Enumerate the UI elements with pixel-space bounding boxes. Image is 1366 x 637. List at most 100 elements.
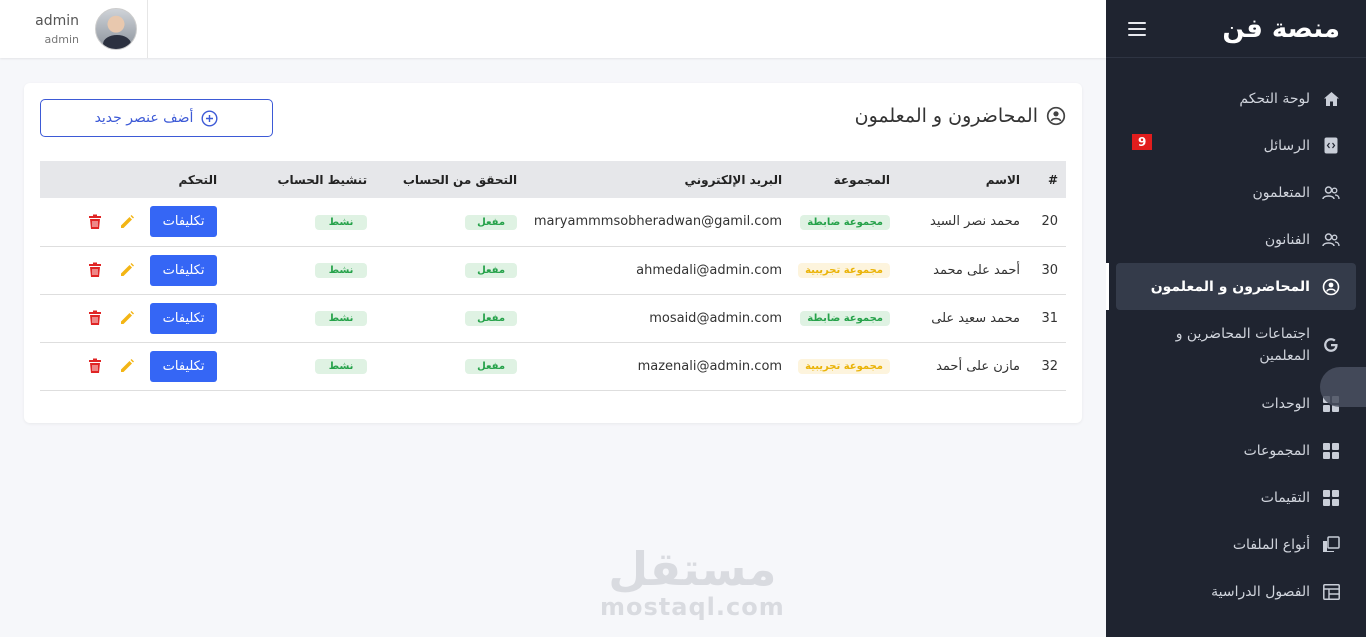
- sidebar-item-label: الفصول الدراسية: [1211, 583, 1310, 600]
- row-email: mosaid@admin.com: [525, 294, 791, 343]
- lecturers-table: # الاسم المجموعة البريد الإلكتروني التحق…: [40, 161, 1066, 391]
- lecturer-icon: [1046, 106, 1066, 126]
- col-header-activation[interactable]: تنشيط الحساب: [225, 161, 375, 198]
- verified-badge: مفعل: [465, 311, 518, 326]
- table-row: 31 محمد سعيد على مجموعة ضابطة mosaid@adm…: [40, 294, 1066, 343]
- row-id: 20: [1028, 198, 1066, 247]
- row-verified-cell: مفعل: [375, 342, 526, 391]
- sidebar-item-dashboard[interactable]: لوحة التحكم: [1106, 75, 1366, 122]
- page-title: المحاضرون و المعلمون: [855, 105, 1066, 127]
- avatar[interactable]: [95, 8, 137, 50]
- row-group-cell: مجموعة ضابطة: [790, 294, 898, 343]
- row-controls: تكليفات: [40, 342, 226, 391]
- group-badge: مجموعة تجريبية: [798, 359, 890, 374]
- brand-title: منصة فن: [1222, 13, 1340, 44]
- edit-pencil-icon[interactable]: [118, 213, 136, 231]
- table-row: 32 مازن على أحمد مجموعة تجريبية mazenali…: [40, 342, 1066, 391]
- assignments-button[interactable]: تكليفات: [150, 302, 218, 334]
- sidebar-item-label: الوحدات: [1261, 395, 1310, 412]
- users-icon: [1322, 231, 1340, 249]
- verified-badge: مفعل: [465, 359, 518, 374]
- row-id: 30: [1028, 246, 1066, 295]
- table-header-row: # الاسم المجموعة البريد الإلكتروني التحق…: [40, 161, 1066, 198]
- row-group-cell: مجموعة تجريبية: [790, 342, 898, 391]
- active-badge: نشط: [315, 359, 368, 374]
- add-new-item-button[interactable]: أضف عنصر جديد: [40, 99, 273, 137]
- sidebar: منصة فن لوحة التحكم الرسائل 9 المتعلمون: [1106, 0, 1366, 637]
- sidebar-item-label: المجموعات: [1243, 442, 1310, 459]
- plus-circle-icon: [201, 109, 218, 127]
- home-icon: [1322, 90, 1340, 108]
- sidebar-item-messages[interactable]: الرسائل 9: [1106, 122, 1366, 169]
- col-header-verification[interactable]: التحقق من الحساب: [375, 161, 525, 198]
- sidebar-item-lecturer-meetings[interactable]: اجتماعات المحاضرين و المعلمين: [1106, 310, 1366, 380]
- group-badge: مجموعة تجريبية: [798, 263, 890, 278]
- sidebar-menu: لوحة التحكم الرسائل 9 المتعلمون الفنانون: [1106, 58, 1366, 615]
- delete-trash-icon[interactable]: [86, 357, 104, 375]
- row-controls: تكليفات: [40, 198, 226, 247]
- edit-pencil-icon[interactable]: [118, 357, 136, 375]
- verified-badge: مفعل: [465, 214, 518, 230]
- row-verified-cell: مفعل: [375, 294, 526, 343]
- row-name: محمد سعيد على: [898, 294, 1028, 343]
- col-header-group[interactable]: المجموعة: [790, 161, 898, 198]
- row-name: مازن على أحمد: [898, 342, 1028, 391]
- google-icon: [1322, 336, 1340, 354]
- delete-trash-icon[interactable]: [86, 309, 104, 327]
- grid-icon: [1322, 442, 1340, 460]
- col-header-name[interactable]: الاسم: [898, 161, 1028, 198]
- col-header-email[interactable]: البريد الإلكتروني: [525, 161, 790, 198]
- delete-trash-icon[interactable]: [86, 261, 104, 279]
- edit-pencil-icon[interactable]: [118, 309, 136, 327]
- user-menu[interactable]: admin admin: [0, 0, 148, 58]
- active-badge: نشط: [315, 214, 368, 230]
- assignments-button[interactable]: تكليفات: [150, 350, 218, 382]
- user-role: admin: [44, 32, 79, 46]
- delete-trash-icon[interactable]: [86, 213, 104, 231]
- row-id: 32: [1028, 342, 1066, 391]
- user-names: admin admin: [35, 13, 79, 46]
- sidebar-item-artists[interactable]: الفنانون: [1106, 216, 1366, 263]
- row-name: أحمد على محمد: [898, 246, 1028, 295]
- copy-icon: [1322, 536, 1340, 554]
- table-row: 20 محمد نصر السيد مجموعة ضابطة maryammms…: [40, 198, 1066, 247]
- row-active-cell: نشط: [225, 246, 376, 295]
- hamburger-menu-icon[interactable]: [1128, 21, 1146, 36]
- row-email: ahmedali@admin.com: [525, 246, 791, 295]
- sidebar-item-evaluations[interactable]: التقيمات: [1106, 474, 1366, 521]
- row-group-cell: مجموعة تجريبية: [790, 246, 898, 295]
- row-verified-cell: مفعل: [375, 198, 526, 247]
- lecturers-card: المحاضرون و المعلمون أضف عنصر جديد # الا…: [24, 83, 1082, 423]
- sidebar-item-label: أنواع الملفات: [1232, 536, 1310, 553]
- user-name: admin: [35, 12, 79, 29]
- group-badge: مجموعة ضابطة: [800, 214, 890, 230]
- sidebar-item-label: المحاضرون و المعلمون: [1150, 278, 1310, 295]
- sidebar-item-label: المتعلمون: [1252, 184, 1310, 201]
- row-email: maryammmsobheradwan@gamil.com: [525, 198, 791, 247]
- col-header-control[interactable]: التحكم: [40, 161, 225, 198]
- col-header-number[interactable]: #: [1028, 161, 1066, 198]
- sidebar-item-learners[interactable]: المتعلمون: [1106, 169, 1366, 216]
- page-title-text: المحاضرون و المعلمون: [854, 105, 1038, 127]
- edit-pencil-icon[interactable]: [118, 261, 136, 279]
- row-id: 31: [1028, 294, 1066, 343]
- scroll-handle[interactable]: [1320, 367, 1366, 407]
- row-active-cell: نشط: [225, 342, 376, 391]
- table-row: 30 أحمد على محمد مجموعة تجريبية ahmedali…: [40, 246, 1066, 295]
- group-badge: مجموعة ضابطة: [800, 311, 890, 326]
- row-active-cell: نشط: [225, 294, 376, 343]
- assignments-button[interactable]: تكليفات: [150, 254, 218, 286]
- active-badge: نشط: [315, 311, 368, 326]
- watermark-latin: mostaql.com: [600, 593, 785, 621]
- assignments-button[interactable]: تكليفات: [150, 206, 218, 238]
- sidebar-item-semesters[interactable]: الفصول الدراسية: [1106, 568, 1366, 615]
- active-badge: نشط: [315, 263, 368, 278]
- row-controls: تكليفات: [40, 294, 226, 343]
- messages-count-badge: 9: [1132, 134, 1153, 150]
- sidebar-item-groups[interactable]: المجموعات: [1106, 427, 1366, 474]
- watermark-logo: مستقل mostaql.com: [600, 545, 785, 621]
- add-new-item-label: أضف عنصر جديد: [94, 110, 194, 126]
- sidebar-item-file-types[interactable]: أنواع الملفات: [1106, 521, 1366, 568]
- sidebar-item-lecturers[interactable]: المحاضرون و المعلمون: [1106, 263, 1356, 310]
- row-group-cell: مجموعة ضابطة: [790, 198, 898, 247]
